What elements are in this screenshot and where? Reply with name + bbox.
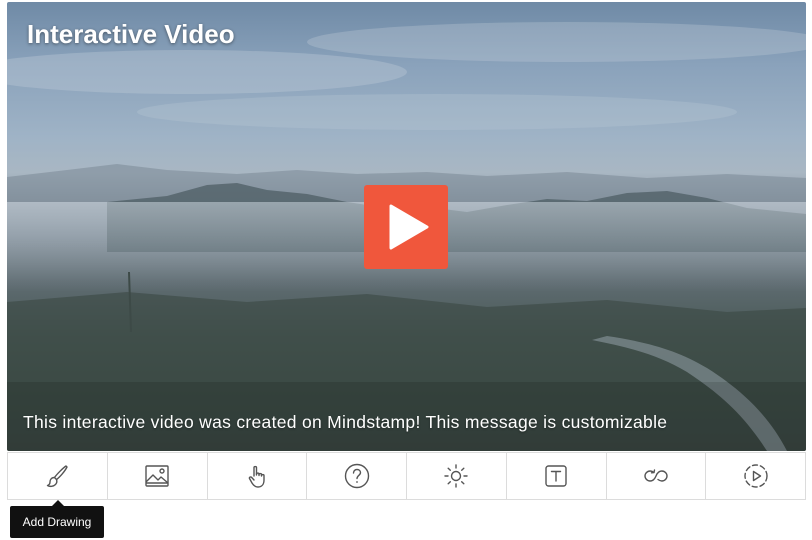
add-image-button[interactable] xyxy=(108,453,208,499)
video-title: Interactive Video xyxy=(27,19,235,49)
add-jump-button[interactable] xyxy=(706,453,805,499)
text-box-icon xyxy=(545,465,567,487)
add-hotspot-button[interactable] xyxy=(407,453,507,499)
add-question-button[interactable] xyxy=(307,453,407,499)
add-drawing-button[interactable] xyxy=(8,453,108,499)
add-text-button[interactable] xyxy=(507,453,607,499)
tooltip: Add Drawing xyxy=(10,500,104,538)
loop-icon xyxy=(644,469,668,482)
tooltip-label: Add Drawing xyxy=(22,515,92,529)
image-icon xyxy=(145,465,169,487)
video-caption: This interactive video was created on Mi… xyxy=(23,412,668,432)
tooltip-arrow xyxy=(52,500,64,506)
sun-icon xyxy=(444,464,469,488)
add-button-button[interactable] xyxy=(208,453,308,499)
question-icon xyxy=(344,463,369,489)
interaction-toolbar xyxy=(7,452,806,500)
brush-icon xyxy=(47,465,69,488)
hand-pointer-icon xyxy=(248,465,265,488)
video-player[interactable]: Interactive Video This interactive video… xyxy=(7,2,806,451)
play-button[interactable] xyxy=(364,185,448,269)
dashed-play-icon xyxy=(743,464,768,488)
add-loop-button[interactable] xyxy=(607,453,707,499)
play-icon xyxy=(389,204,429,250)
